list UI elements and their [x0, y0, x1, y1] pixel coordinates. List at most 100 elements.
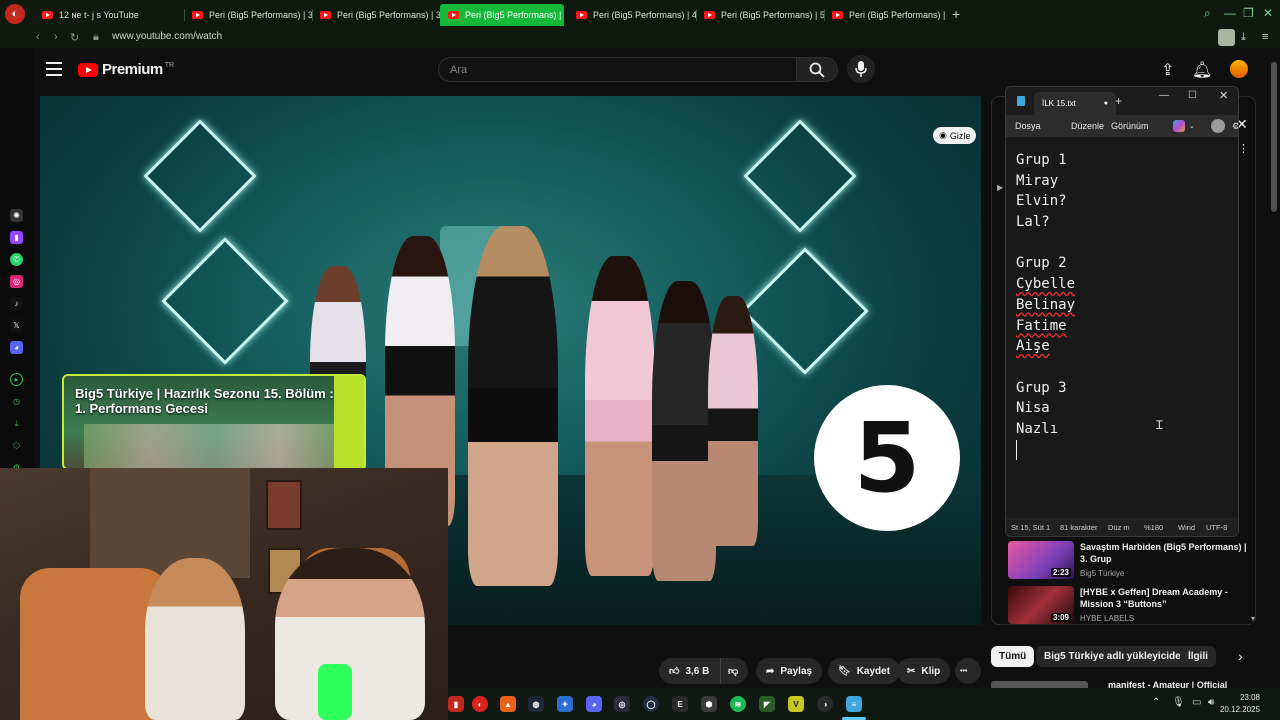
page-scrollbar-thumb[interactable]: [1271, 62, 1277, 212]
browser-tab[interactable]: Peri (Big5 Performans) | 3: [312, 4, 440, 26]
notepad-new-tab-button[interactable]: +: [1115, 94, 1122, 108]
like-button[interactable]: 👍︎ 3,6 B: [659, 658, 720, 684]
chip-related[interactable]: İlgili: [1180, 646, 1216, 667]
twitch-icon[interactable]: ▮: [10, 231, 23, 244]
app-taskbar-icon[interactable]: ◎: [614, 696, 630, 712]
panel-menu-icon[interactable]: ⋮: [1238, 142, 1249, 155]
profile-avatar[interactable]: [1218, 29, 1235, 46]
new-tab-button[interactable]: +: [952, 6, 960, 22]
chips-next-icon[interactable]: ›: [1238, 648, 1243, 664]
notepad-close-icon[interactable]: ✕: [1219, 89, 1228, 102]
copilot-icon[interactable]: [1173, 120, 1185, 132]
settings-icon[interactable]: ⚙: [1232, 121, 1238, 132]
reload-icon[interactable]: ↻: [70, 31, 79, 44]
close-icon[interactable]: ✕: [1263, 6, 1273, 20]
browser-tab[interactable]: Peri (Big5 Performans) | 5: [696, 4, 824, 26]
menu-view[interactable]: Görünüm: [1111, 121, 1149, 131]
menu-file[interactable]: Dosya: [1015, 121, 1041, 131]
steam-taskbar-icon[interactable]: ◍: [528, 696, 544, 712]
status-encoding[interactable]: UTF-8: [1206, 523, 1227, 532]
voice-search-button[interactable]: [847, 55, 875, 83]
notifications-bell-icon[interactable]: 🔔︎: [1192, 60, 1212, 80]
download-icon[interactable]: ⤓: [1241, 31, 1246, 44]
tiktok-icon[interactable]: ♪: [10, 297, 23, 310]
recommendation-thumbnail[interactable]: [991, 681, 1088, 688]
scroll-down-icon[interactable]: ▾: [1251, 614, 1255, 623]
display-tray-icon[interactable]: ▭: [1192, 697, 1201, 708]
url-field[interactable]: www.youtube.com/watch: [112, 31, 222, 42]
app-taskbar-icon[interactable]: ◑: [817, 696, 833, 712]
chip-all[interactable]: Tümü: [991, 646, 1035, 667]
share-button[interactable]: ➦ Paylaş: [756, 658, 823, 684]
notepad-maximize-icon[interactable]: ☐: [1188, 90, 1197, 101]
extensions-icon[interactable]: ⬡: [10, 439, 23, 452]
hide-overlay-button[interactable]: ◉ Gizle: [933, 127, 977, 144]
search-tabs-icon[interactable]: ⌕: [1204, 6, 1211, 21]
status-zoom[interactable]: %180: [1144, 523, 1163, 532]
whatsapp-icon[interactable]: ✆: [10, 253, 23, 266]
epic-games-taskbar-icon[interactable]: E: [672, 696, 688, 712]
x-twitter-icon[interactable]: 𝕏: [10, 319, 23, 332]
chip-from-uploader[interactable]: Big5 Türkiye adlı yükleyiciden: [1036, 646, 1195, 667]
app-taskbar-icon[interactable]: ◤: [759, 696, 775, 712]
end-screen-card[interactable]: Big5 Türkiye | Hazırlık Sezonu 15. Bölüm…: [62, 374, 366, 470]
forward-icon[interactable]: ›: [54, 31, 58, 43]
status-line-ending[interactable]: Wind: [1178, 523, 1195, 532]
app-taskbar-icon[interactable]: ⬢: [701, 696, 717, 712]
app-taskbar-icon[interactable]: ◯: [643, 696, 659, 712]
back-icon[interactable]: ‹: [36, 31, 40, 43]
opera-gx-logo-icon[interactable]: ◐: [5, 4, 25, 24]
recommendation-item[interactable]: 2:23 Savaştım Harbiden (Big5 Performans)…: [1008, 541, 1258, 581]
discord-icon[interactable]: ◕: [10, 341, 23, 354]
channel-avatar[interactable]: [1230, 60, 1248, 78]
unsaved-dot-icon[interactable]: ●: [1104, 100, 1108, 107]
notepad-tab[interactable]: İLK 15.txt ●: [1034, 92, 1116, 115]
spotify-taskbar-icon[interactable]: ≋: [730, 696, 746, 712]
notepad-editor[interactable]: Grup 1 Miray Elvin? Lal? Grup 2 Cybelle …: [1006, 137, 1238, 518]
app-taskbar-icon[interactable]: V: [788, 696, 804, 712]
chatgpt-icon[interactable]: ✺: [10, 209, 23, 222]
clip-button[interactable]: ✂ Klip: [897, 658, 951, 684]
vlc-taskbar-icon[interactable]: ▲: [500, 696, 516, 712]
battle-net-taskbar-icon[interactable]: ✦: [557, 696, 573, 712]
browser-tab[interactable]: Peri (Big5 Performans) | B: [824, 4, 946, 26]
more-actions-button[interactable]: •••: [955, 658, 981, 684]
volume-tray-icon[interactable]: 🔊︎: [1208, 697, 1214, 708]
browser-tab[interactable]: Peri (Big5 Performans) | 3: [184, 4, 312, 26]
dislike-button[interactable]: 👎︎: [720, 658, 748, 684]
browser-tab-active[interactable]: Peri (Big5 Performans) |: [440, 4, 564, 26]
instagram-icon[interactable]: ◎: [10, 275, 23, 288]
tab-label: Peri (Big5 Performans) | 4: [593, 10, 696, 20]
player-icon[interactable]: ▸: [10, 373, 23, 386]
browser-tab[interactable]: Peri (Big5 Performans) | 4: [568, 4, 696, 26]
copilot-dropdown-icon[interactable]: ⌄: [1189, 122, 1195, 130]
search-button[interactable]: [796, 57, 838, 82]
panel-play-icon[interactable]: ▶: [997, 183, 1003, 192]
notepad-minimize-icon[interactable]: —: [1159, 90, 1169, 101]
microphone-tray-icon[interactable]: 🎙︎: [1172, 697, 1185, 708]
upload-icon[interactable]: ⇪: [1161, 60, 1174, 80]
history-icon[interactable]: ◷: [10, 395, 23, 408]
recommendation-channel: HYBE LABELS: [1080, 614, 1135, 623]
recommendation-title: Savaştım Harbiden (Big5 Performans) | 3.…: [1080, 542, 1247, 564]
downloads-icon[interactable]: ⤓: [10, 417, 23, 430]
hamburger-menu-icon[interactable]: [46, 62, 62, 76]
browser-tab[interactable]: 12 ɴe t- j s YouTube: [34, 4, 184, 26]
opera-gx-taskbar-icon[interactable]: ◐: [472, 696, 488, 712]
big5-logo: 5: [814, 385, 960, 531]
browser-menu-icon[interactable]: ≡: [1262, 31, 1268, 43]
account-avatar[interactable]: [1211, 119, 1225, 133]
page-scrollbar[interactable]: [1268, 50, 1280, 688]
maximize-icon[interactable]: ❐: [1243, 6, 1254, 20]
search-input[interactable]: Ara: [438, 57, 796, 82]
discord-taskbar-icon[interactable]: ◕: [586, 696, 602, 712]
tray-chevron-icon[interactable]: ⌃: [1152, 697, 1160, 708]
youtube-premium-logo[interactable]: Premium TR: [78, 61, 174, 78]
menu-edit[interactable]: Düzenle: [1071, 121, 1104, 131]
minimize-icon[interactable]: —: [1224, 6, 1236, 20]
recommendation-item[interactable]: 3:09 [HYBE x Geffen] Dream Academy - Mis…: [1008, 586, 1258, 626]
system-clock[interactable]: 23:08 20.12.2025: [1220, 692, 1260, 716]
taskbar-app-icon[interactable]: ▮: [448, 696, 464, 712]
notepad-taskbar-icon[interactable]: ≡: [846, 696, 862, 712]
save-button[interactable]: 🔖︎ Kaydet: [828, 658, 901, 684]
